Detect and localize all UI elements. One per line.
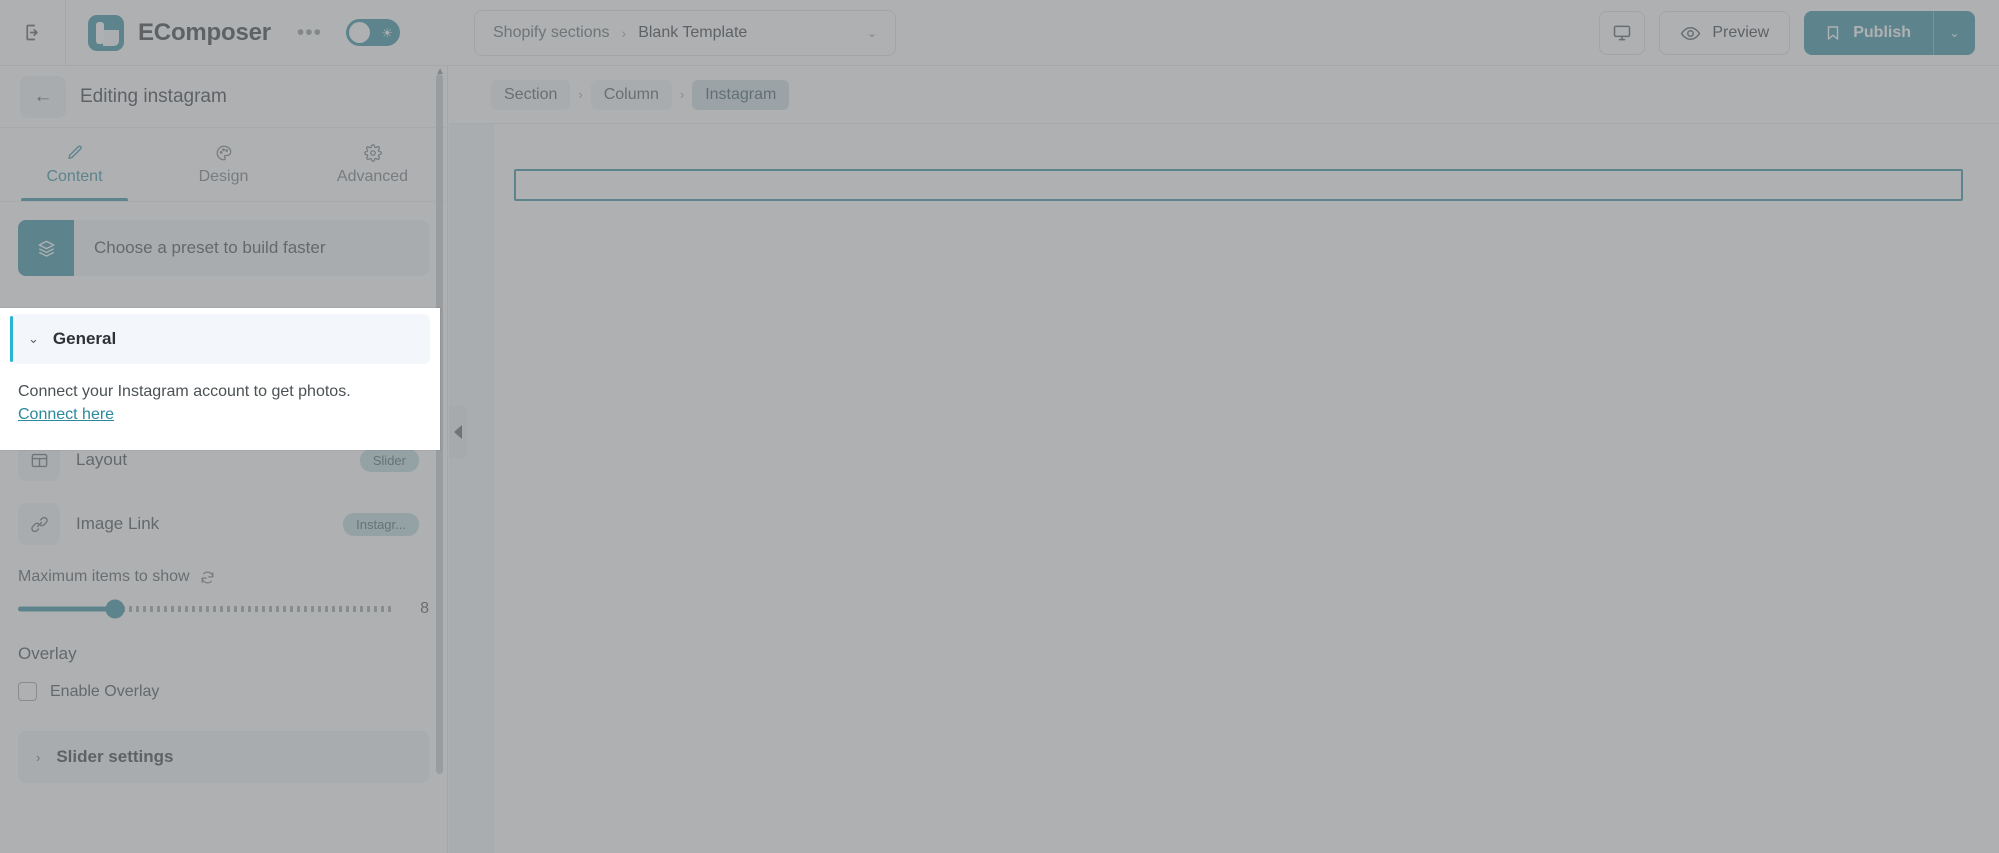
pencil-icon [66,144,84,162]
top-bar: EComposer ••• ☀ Shopify sections › Blank… [0,0,1999,66]
highlight-accent-bar [10,316,13,362]
option-row-image-link[interactable]: Image Link Instagr... [18,496,429,552]
brand-name: EComposer [138,18,271,46]
settings-sidebar: ← Editing instagram Content Design Advan… [0,66,448,853]
slider-fill [18,606,115,612]
palette-icon [215,144,233,162]
toggle-knob [348,22,370,43]
choose-preset-label: Choose a preset to build faster [94,238,326,257]
chevron-down-icon: ⌄ [28,331,39,346]
breadcrumb-item-instagram[interactable]: Instagram [692,79,790,110]
desktop-icon [1612,23,1632,43]
template-picker[interactable]: Shopify sections › Blank Template ⌄ [474,10,896,56]
max-items-value: 8 [420,600,429,617]
breadcrumb-item-section[interactable]: Section [491,79,571,110]
option-label-image-link: Image Link [76,514,160,533]
chevron-right-icon: › [578,87,583,102]
refresh-icon[interactable] [200,570,215,585]
enable-overlay-checkbox[interactable] [18,682,37,701]
sidebar-header: ← Editing instagram [0,66,447,128]
chevron-right-icon: › [621,25,627,41]
back-button[interactable]: ← [20,75,66,118]
tab-content[interactable]: Content [0,128,149,201]
general-section-label: General [52,329,117,348]
panel-collapse-handle[interactable] [449,406,467,458]
publish-button-label: Publish [1853,24,1911,41]
option-badge-image-link: Instagr... [343,512,419,536]
layers-icon [18,220,74,276]
instagram-connect-description: Connect your Instagram account to get ph… [18,383,351,400]
breadcrumb-item-column[interactable]: Column [590,79,672,110]
preview-button-label: Preview [1712,24,1770,41]
exit-editor-button[interactable] [0,0,66,65]
choose-preset-button[interactable]: Choose a preset to build faster [18,220,429,276]
canvas-stage[interactable] [494,124,1999,853]
general-section-body: Connect your Instagram account to get ph… [0,364,440,424]
sun-icon: ☀ [381,25,393,40]
sidebar-body: Choose a preset to build faster Layout S… [0,202,447,783]
sidebar-tabs: Content Design Advanced [0,128,447,202]
ecomposer-logo-icon [88,14,124,51]
more-options-button[interactable]: ••• [289,22,330,44]
ecomposer-editor: EComposer ••• ☀ Shopify sections › Blank… [0,0,1999,853]
template-picker-parent: Shopify sections [493,24,610,41]
general-section-header[interactable]: ⌄ General [10,314,430,364]
publish-button-group: Publish ⌄ [1804,11,1975,55]
connect-here-link[interactable]: Connect here [18,406,114,424]
tab-content-label: Content [46,167,103,185]
option-badge-layout: Slider [359,448,419,472]
preview-button[interactable]: Preview [1659,11,1791,55]
overlay-group-title: Overlay [18,644,77,663]
max-items-label: Maximum items to show [18,568,190,585]
exit-icon [22,22,43,43]
theme-mode-toggle[interactable]: ☀ [345,19,400,46]
top-bar-actions: Preview Publish ⌄ [1599,11,1975,55]
template-picker-current: Blank Template [638,24,748,41]
breadcrumb: Section › Column › Instagram [449,66,1999,124]
gear-icon [363,143,382,162]
tab-design[interactable]: Design [149,128,298,201]
max-items-label-row: Maximum items to show [18,568,429,586]
page-title: Editing instagram [80,85,227,107]
selected-instagram-element[interactable] [514,169,1963,201]
triangle-left-icon [454,425,462,439]
enable-overlay-label: Enable Overlay [50,682,160,700]
bookmark-icon [1824,24,1842,42]
max-items-slider[interactable] [18,599,391,619]
publish-button[interactable]: Publish [1804,11,1933,55]
arrow-left-icon: ← [33,85,53,107]
slider-settings-label: Slider settings [56,747,174,766]
chevron-right-icon: › [36,749,41,765]
tab-advanced[interactable]: Advanced [298,128,447,201]
device-preview-button[interactable] [1599,11,1646,55]
option-label-layout: Layout [76,450,128,469]
eye-icon [1680,23,1701,44]
chevron-down-icon: ⌄ [866,26,877,40]
slider-remaining-track [114,606,391,612]
slider-settings-section[interactable]: › Slider settings [18,731,429,783]
chevron-right-icon: › [679,87,685,102]
slider-thumb[interactable] [105,599,125,619]
canvas-area: Section › Column › Instagram [449,66,1999,853]
general-section-spotlight: ⌄ General Connect your Instagram account… [0,308,440,450]
max-items-slider-row: 8 [18,599,429,619]
publish-dropdown-button[interactable]: ⌄ [1933,11,1975,55]
link-icon [18,503,60,545]
enable-overlay-checkbox-row[interactable]: Enable Overlay [18,682,429,701]
brand: EComposer [66,14,271,51]
tab-advanced-label: Advanced [336,167,409,185]
tab-design-label: Design [198,167,249,185]
